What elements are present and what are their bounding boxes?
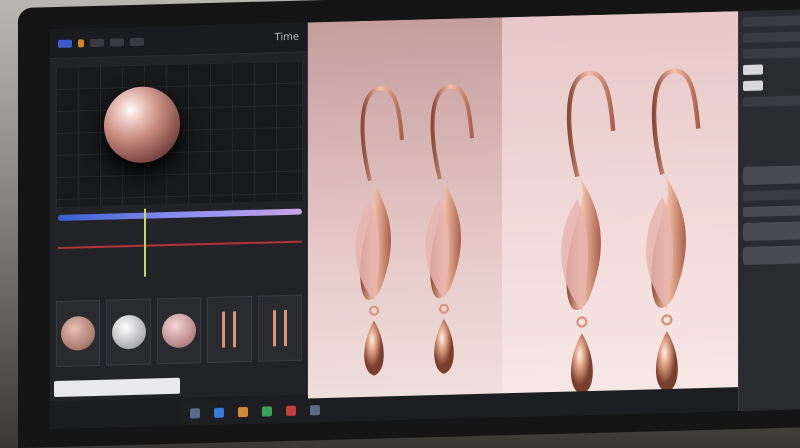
property-row[interactable] — [743, 95, 800, 108]
taskbar-app-icon[interactable] — [214, 407, 224, 418]
taskbar-app-icon[interactable] — [310, 405, 320, 416]
taskbar-app-icon[interactable] — [286, 405, 296, 416]
earring-right-b — [646, 70, 698, 393]
panel-button[interactable] — [743, 165, 800, 186]
earring-right-a — [561, 72, 613, 395]
panel-header — [743, 15, 800, 28]
taskbar-app-icon[interactable] — [190, 408, 200, 419]
taskbar-app-icon[interactable] — [238, 406, 248, 418]
earrings-render — [50, 9, 800, 429]
property-row[interactable] — [743, 189, 800, 202]
color-swatch[interactable] — [743, 64, 763, 76]
laptop-screen: Time — [50, 9, 800, 430]
texture-slot[interactable] — [743, 221, 800, 242]
taskbar-app-icon[interactable] — [262, 406, 272, 417]
property-row[interactable] — [743, 31, 800, 44]
earring-left-a — [355, 88, 402, 376]
properties-panel — [738, 9, 800, 412]
earring-left-b — [425, 86, 472, 374]
texture-slot[interactable] — [743, 245, 800, 266]
laptop-bezel: Time — [18, 0, 800, 448]
slider[interactable] — [743, 205, 800, 218]
color-swatch[interactable] — [743, 80, 763, 92]
property-row[interactable] — [743, 47, 800, 60]
